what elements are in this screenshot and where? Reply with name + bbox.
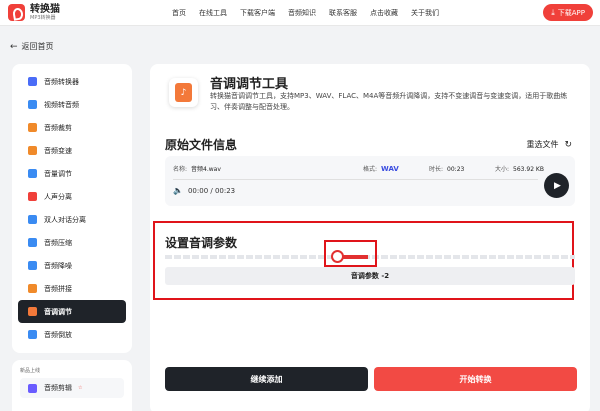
- tool-icon: [28, 169, 37, 178]
- section-title: 新品上线: [20, 368, 41, 374]
- sidebar-item[interactable]: 音频倒放: [12, 323, 132, 346]
- sidebar-item[interactable]: 视频转音频: [12, 93, 132, 116]
- sidebar-item-label: 双人对话分离: [44, 215, 86, 224]
- download-app-button[interactable]: ⤓ 下载APP: [543, 4, 593, 21]
- file-size: 大小: 563.92 KB: [495, 166, 544, 173]
- sidebar-item[interactable]: 音频降噪: [12, 254, 132, 277]
- tool-icon: [28, 261, 37, 270]
- file-name: 名称: 音频4.wav: [173, 166, 221, 173]
- sidebar-item-label: 人声分离: [44, 192, 72, 201]
- tool-description: 转换猫音调调节工具，支持MP3、WAV、FLAC、M4A等音频升调降调，支持不变…: [210, 92, 568, 111]
- sidebar-item[interactable]: 音频压缩: [12, 231, 132, 254]
- tool-icon: [28, 100, 37, 109]
- refresh-icon: ↻: [564, 139, 572, 150]
- sidebar-item-label: 音频拼接: [44, 284, 72, 293]
- sidebar-item-label: 音频压缩: [44, 238, 72, 247]
- reselect-file-button[interactable]: 重选文件 ↻: [526, 139, 572, 150]
- sidebar-item-label: 音频裁剪: [44, 123, 72, 132]
- play-icon: ▶: [554, 180, 561, 191]
- main-panel: ♪ 音调调节工具 转换猫音调调节工具，支持MP3、WAV、FLAC、M4A等音频…: [150, 64, 590, 411]
- pitch-tool-icon: ♪: [169, 78, 198, 107]
- sidebar-item[interactable]: 音量调节: [12, 162, 132, 185]
- sidebar-item-label: 音频倒放: [44, 330, 72, 339]
- pitch-value-label: 音调参数 -2: [165, 267, 575, 285]
- nav-online-tools[interactable]: 在线工具: [199, 8, 227, 18]
- tool-icon: [28, 307, 37, 316]
- sidebar-item-label: 音调调节: [44, 307, 72, 316]
- logo-name: 转换猫: [30, 4, 60, 15]
- sidebar-item-label: 音量调节: [44, 169, 72, 178]
- original-file-title: 原始文件信息: [165, 138, 238, 152]
- scissors-icon: [28, 383, 37, 393]
- file-info-card: 名称: 音频4.wav 格式: WAV 时长: 00:23 大小: 563.92 KB …: [165, 156, 575, 206]
- sidebar-item-label: 音频转换器: [44, 77, 79, 86]
- top-nav: 首页 在线工具 下载客户端 音频知识 联系客服 点击收藏 关于我们: [172, 0, 452, 26]
- tool-icon: [28, 77, 37, 86]
- sidebar: 音频转换器视频转音频音频裁剪音频变速音量调节人声分离双人对话分离 音频压缩音频降噪…: [12, 64, 132, 353]
- progress-bar[interactable]: [173, 179, 538, 180]
- sidebar-item[interactable]: 音调调节: [18, 300, 126, 323]
- tool-icon: [28, 146, 37, 155]
- continue-add-button[interactable]: 继续添加: [165, 367, 368, 391]
- sidebar-item-label: 音频变速: [44, 146, 72, 155]
- sidebar-item-label: 音频降噪: [44, 261, 72, 270]
- sidebar-item[interactable]: 音频裁剪: [12, 116, 132, 139]
- new-mark: ☆: [78, 385, 83, 391]
- tool-icon: [28, 284, 37, 293]
- start-convert-button[interactable]: 开始转换: [374, 367, 577, 391]
- back-home-link[interactable]: ← 返回首页: [10, 41, 54, 52]
- sidebar-item[interactable]: 人声分离: [12, 185, 132, 208]
- sidebar-item[interactable]: 音频拼接: [12, 277, 132, 300]
- nav-bookmark[interactable]: 点击收藏: [370, 8, 398, 18]
- nav-home[interactable]: 首页: [172, 8, 186, 18]
- top-header: 转换猫 MP3转换器 首页 在线工具 下载客户端 音频知识 联系客服 点击收藏 …: [0, 0, 600, 26]
- nav-contact[interactable]: 联系客服: [329, 8, 357, 18]
- download-icon: ⤓: [551, 7, 555, 17]
- play-button[interactable]: ▶: [544, 173, 569, 198]
- logo[interactable]: 转换猫 MP3转换器: [8, 4, 60, 21]
- nav-audio-knowledge[interactable]: 音频知识: [288, 8, 316, 18]
- pitch-slider-thumb[interactable]: [331, 250, 344, 263]
- sidebar-item[interactable]: 音频变速: [12, 139, 132, 162]
- sidebar-item[interactable]: 双人对话分离: [12, 208, 132, 231]
- tool-icon: [28, 238, 37, 247]
- page-title: 音调调节工具: [210, 77, 289, 92]
- sidebar-new-section: 新品上线 音频剪辑 ☆: [12, 360, 132, 411]
- volume-icon[interactable]: 🔈: [173, 186, 183, 195]
- arrow-left-icon: ←: [10, 41, 18, 52]
- file-format: 格式: WAV: [363, 165, 399, 173]
- sidebar-item[interactable]: 音频转换器: [12, 70, 132, 93]
- nav-about[interactable]: 关于我们: [411, 8, 439, 18]
- tool-icon: [28, 215, 37, 224]
- sidebar-item-label: 视频转音频: [44, 100, 79, 109]
- nav-download-client[interactable]: 下载客户端: [240, 8, 275, 18]
- sidebar-item-audio-edit[interactable]: 音频剪辑 ☆: [20, 378, 124, 398]
- tool-icon: [28, 330, 37, 339]
- params-title: 设置音调参数: [165, 236, 238, 250]
- tool-icon: [28, 192, 37, 201]
- logo-subtitle: MP3转换器: [30, 15, 56, 21]
- tool-icon: [28, 123, 37, 132]
- playback-time: 🔈 00:00 / 00:23: [173, 186, 236, 195]
- file-duration: 时长: 00:23: [429, 166, 465, 173]
- logo-icon: [8, 4, 25, 21]
